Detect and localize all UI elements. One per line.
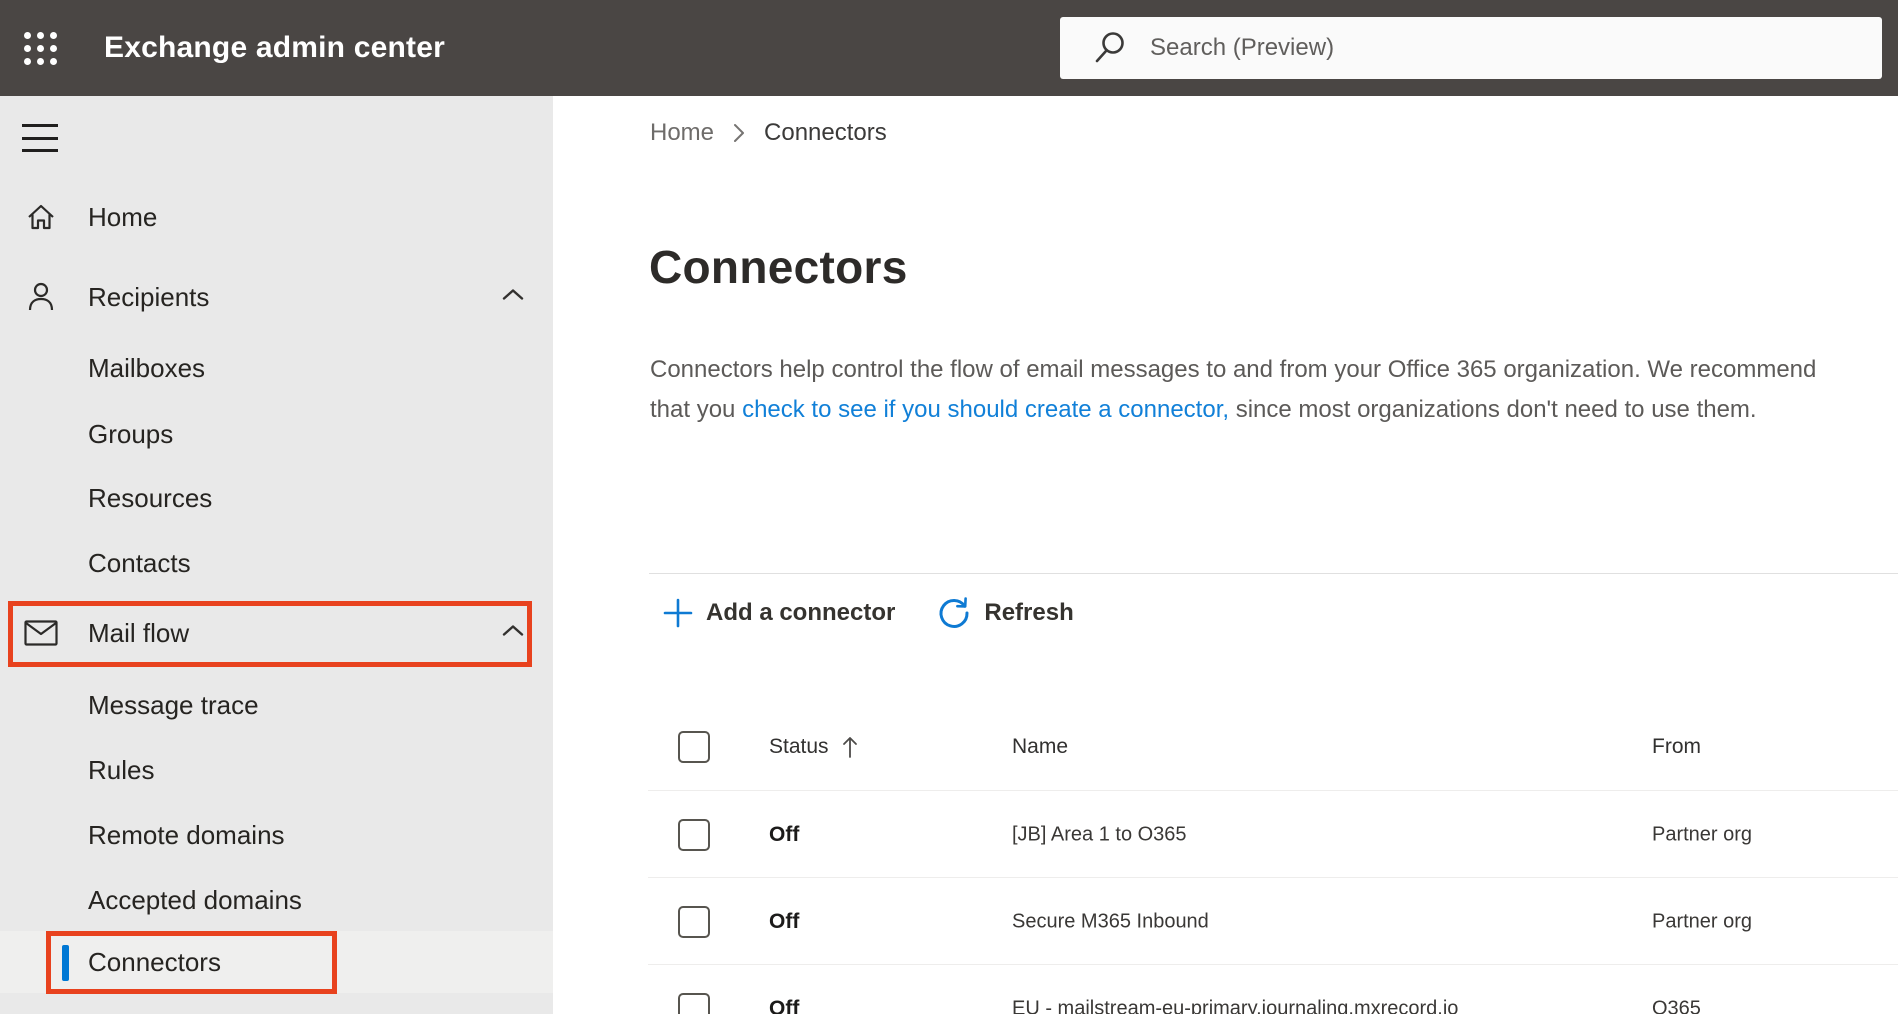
- page-title: Connectors: [649, 241, 908, 293]
- sidebar-item-label: Mail flow: [88, 617, 190, 648]
- chevron-up-icon: [501, 624, 525, 643]
- refresh-button[interactable]: Refresh: [937, 596, 1074, 630]
- column-header-from[interactable]: From: [1652, 735, 1701, 759]
- column-header-status[interactable]: Status: [769, 734, 859, 760]
- row-status: Off: [769, 822, 800, 846]
- intro-text-after: since most organizations don't need to u…: [1229, 396, 1757, 423]
- row-from: O365: [1652, 997, 1701, 1014]
- sidebar-item-connectors[interactable]: Connectors: [0, 931, 553, 993]
- page-description: Connectors help control the flow of emai…: [650, 350, 1862, 430]
- table-row[interactable]: Off EU - mailstream-eu-primary.journalin…: [648, 964, 1898, 1014]
- sort-ascending-icon: [842, 737, 857, 758]
- row-from: Partner org: [1652, 910, 1753, 932]
- chevron-right-icon: [732, 121, 746, 145]
- row-name: EU - mailstream-eu-primary.journaling.mx…: [1012, 997, 1459, 1014]
- app-launcher-button[interactable]: [14, 24, 66, 72]
- refresh-icon: [939, 597, 969, 628]
- app-title: Exchange admin center: [104, 31, 445, 64]
- add-connector-button[interactable]: Add a connector: [663, 598, 895, 628]
- sidebar-item-label: Connectors: [88, 946, 221, 977]
- create-connector-check-link[interactable]: check to see if you should create a conn…: [742, 396, 1229, 423]
- sidebar-item-label: Contacts: [88, 547, 191, 578]
- chevron-up-icon: [501, 288, 525, 307]
- sidebar-item-label: Rules: [88, 754, 155, 785]
- row-status: Off: [769, 996, 800, 1014]
- toolbar-divider: [649, 573, 1898, 574]
- table-row[interactable]: Off Secure M365 Inbound Partner org: [648, 877, 1898, 965]
- row-checkbox[interactable]: [678, 905, 710, 938]
- sidebar-item-message-trace[interactable]: Message trace: [0, 674, 553, 736]
- select-all-checkbox[interactable]: [678, 731, 710, 763]
- search-icon: [1095, 32, 1124, 63]
- refresh-label: Refresh: [984, 599, 1074, 626]
- mail-icon: [24, 620, 58, 646]
- breadcrumb: Home Connectors: [650, 118, 887, 148]
- sidebar-item-mailboxes[interactable]: Mailboxes: [0, 337, 553, 399]
- sidebar-item-mail-flow[interactable]: Mail flow: [0, 602, 553, 664]
- topbar: Exchange admin center: [0, 0, 1898, 96]
- sidebar-item-label: Accepted domains: [88, 884, 302, 915]
- plus-icon: [663, 598, 693, 628]
- sidebar-item-label: Home: [88, 201, 158, 232]
- sidebar-item-contacts[interactable]: Contacts: [0, 532, 553, 594]
- add-connector-label: Add a connector: [706, 599, 896, 626]
- sidebar-item-label: Recipients: [88, 281, 210, 312]
- sidebar-item-resources[interactable]: Resources: [0, 467, 553, 529]
- table-row[interactable]: Off [JB] Area 1 to O365 Partner org: [648, 790, 1898, 878]
- person-icon: [24, 281, 58, 313]
- home-icon: [24, 201, 58, 233]
- sidebar-item-label: Remote domains: [88, 819, 285, 850]
- sidebar-item-label: Groups: [88, 418, 174, 449]
- sidebar-item-accepted-domains[interactable]: Accepted domains: [0, 869, 553, 931]
- row-from: Partner org: [1652, 823, 1753, 845]
- command-bar: Add a connector Refresh: [663, 590, 1074, 636]
- table-header-row: Status Name From: [648, 704, 1898, 790]
- search-input[interactable]: [1150, 34, 1850, 62]
- row-name: Secure M365 Inbound: [1012, 910, 1209, 932]
- sidebar-item-groups[interactable]: Groups: [0, 403, 553, 465]
- row-name: [JB] Area 1 to O365: [1012, 823, 1187, 845]
- search-box[interactable]: [1060, 17, 1882, 79]
- sidebar-item-remote-domains[interactable]: Remote domains: [0, 804, 553, 866]
- row-status: Off: [769, 909, 800, 933]
- breadcrumb-current: Connectors: [764, 119, 887, 146]
- sidebar-item-label: Resources: [88, 482, 213, 513]
- nav-collapse-button[interactable]: [22, 124, 60, 152]
- breadcrumb-home-link[interactable]: Home: [650, 119, 714, 147]
- sidebar-item-recipients[interactable]: Recipients: [0, 266, 553, 328]
- sidebar-item-label: Message trace: [88, 689, 259, 720]
- selected-indicator: [62, 945, 69, 981]
- sidebar-item-home[interactable]: Home: [0, 186, 553, 248]
- sidebar-item-label: Mailboxes: [88, 352, 206, 383]
- waffle-icon: [23, 31, 57, 65]
- row-checkbox[interactable]: [678, 992, 710, 1014]
- row-checkbox[interactable]: [678, 818, 710, 851]
- sidebar-item-rules[interactable]: Rules: [0, 739, 553, 801]
- sidebar-nav: Home Recipients Mailboxes Groups Resourc…: [0, 96, 553, 1014]
- column-header-name[interactable]: Name: [1012, 735, 1068, 759]
- main-content: Home Connectors Connectors Connectors he…: [553, 96, 1898, 1014]
